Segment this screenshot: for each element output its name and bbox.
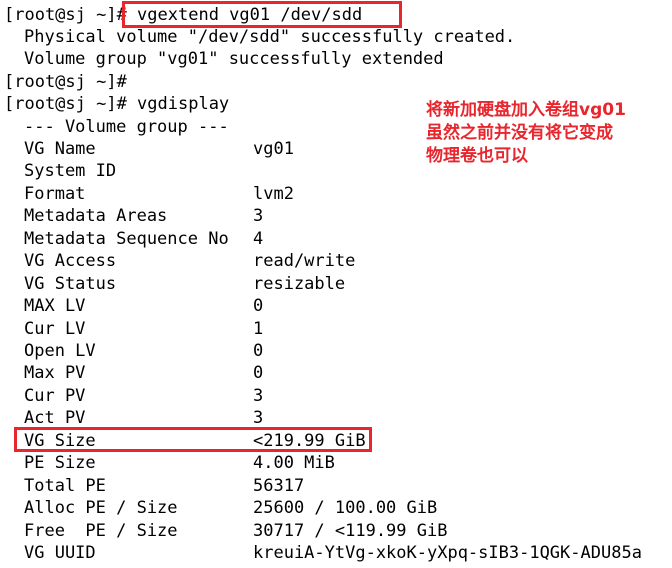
field-value: 30717 / <119.99 GiB (253, 521, 448, 541)
field-label: Free PE / Size (24, 521, 178, 541)
field-label: Act PV (24, 408, 86, 428)
field-value: 1 (253, 319, 264, 339)
field-label: VG Size (24, 431, 96, 451)
field-value: read/write (253, 251, 356, 271)
field-label: Max PV (24, 363, 86, 383)
field-label: Cur PV (24, 386, 86, 406)
field-value: vg01 (253, 139, 294, 159)
field-value: 0 (253, 363, 264, 383)
field-value: resizable (253, 274, 346, 294)
section-header: --- Volume group --- (24, 117, 229, 137)
field-label: VG Access (24, 251, 117, 271)
field-label: Format (24, 184, 86, 204)
field-value: lvm2 (253, 184, 294, 204)
field-value: 3 (253, 408, 264, 428)
field-value: 4 (253, 229, 264, 249)
field-value: 25600 / 100.00 GiB (253, 498, 438, 518)
field-value: 56317 (253, 476, 305, 496)
field-label: Cur LV (24, 319, 86, 339)
field-value: <219.99 GiB (253, 431, 366, 451)
field-label: Metadata Areas (24, 206, 168, 226)
field-value: 3 (253, 206, 264, 226)
field-label: Metadata Sequence No (24, 229, 229, 249)
field-label: VG Status (24, 274, 117, 294)
field-label: MAX LV (24, 296, 86, 316)
field-value: 4.00 MiB (253, 453, 335, 473)
terminal-window[interactable]: [root@sj ~]# vgextend vg01 /dev/sdd Phys… (0, 0, 672, 568)
command-line-vgdisplay: [root@sj ~]# vgdisplay (4, 94, 230, 114)
field-label: Open LV (24, 341, 96, 361)
field-value: 0 (253, 341, 264, 361)
field-label: VG Name (24, 139, 96, 159)
command-line-vgextend: [root@sj ~]# vgextend vg01 /dev/sdd (4, 5, 363, 25)
field-value: 0 (253, 296, 264, 316)
field-value: 3 (253, 386, 264, 406)
field-value: kreuiA-YtVg-xkoK-yXpq-sIB3-1QGK-ADU85a (253, 543, 642, 563)
field-label: Alloc PE / Size (24, 498, 178, 518)
output-line-vg-extended: Volume group "vg01" successfully extende… (24, 49, 444, 69)
prompt-line-empty: [root@sj ~]# (4, 72, 127, 92)
field-label: Total PE (24, 476, 106, 496)
output-line-pv-created: Physical volume "/dev/sdd" successfully … (24, 27, 516, 47)
field-label: VG UUID (24, 543, 96, 563)
annotation-note: 将新加硬盘加入卷组vg01 虽然之前并没有将它变成 物理卷也可以 (426, 100, 626, 166)
field-label: PE Size (24, 453, 96, 473)
field-label: System ID (24, 161, 117, 181)
